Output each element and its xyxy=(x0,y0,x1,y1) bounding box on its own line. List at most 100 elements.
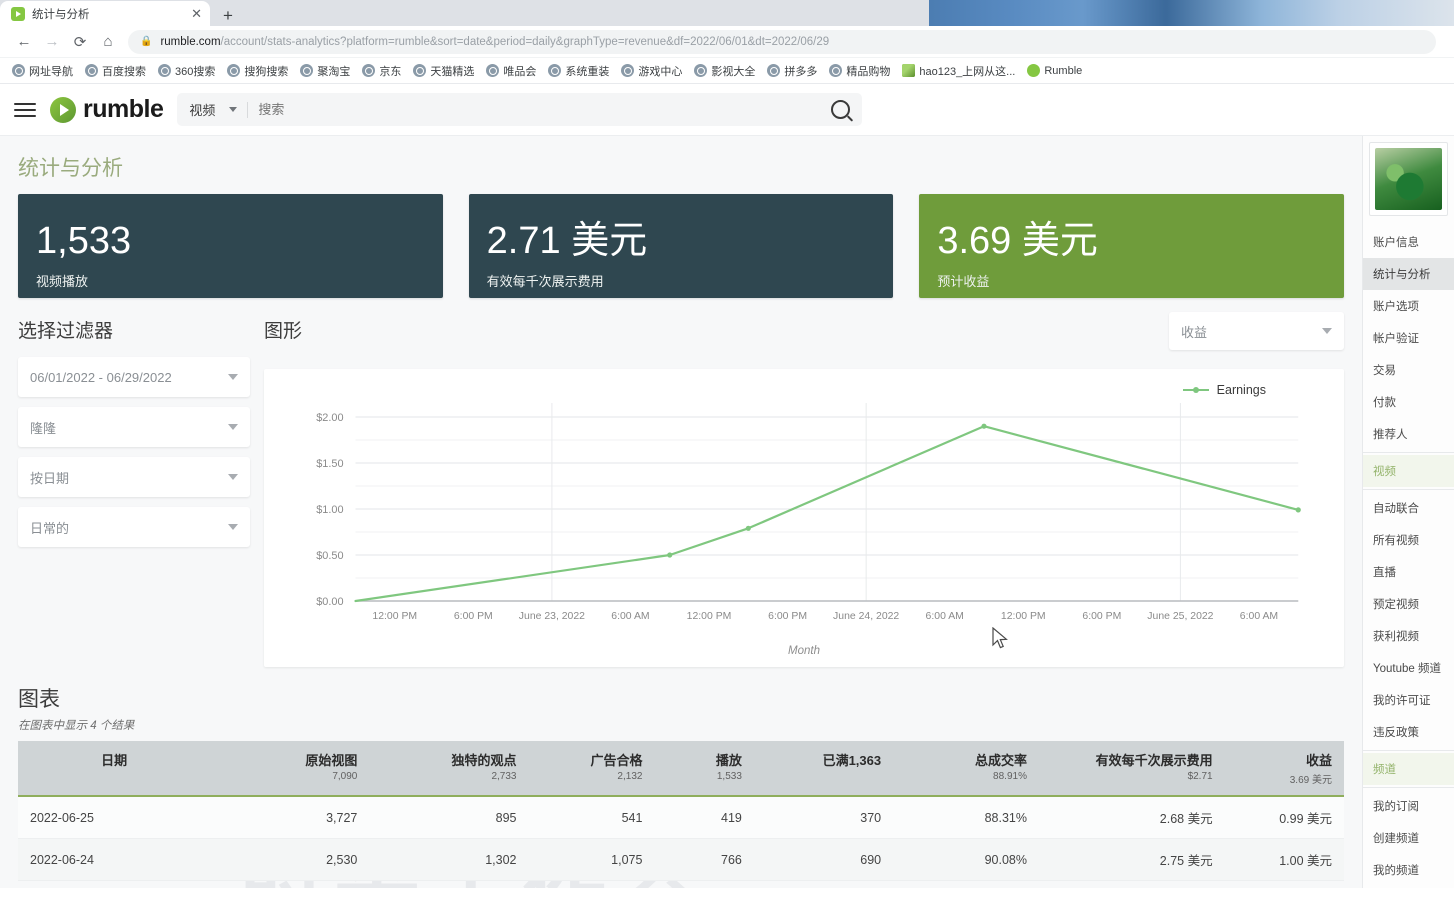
th-date[interactable]: 日期 xyxy=(18,741,210,796)
chevron-down-icon xyxy=(228,524,238,530)
th-plays[interactable]: 播放1,533 xyxy=(654,741,753,796)
sidebar-item[interactable]: 违反政策 xyxy=(1363,716,1454,748)
chevron-down-icon xyxy=(228,474,238,480)
main-content: 时光工作室 统计与分析 1,533 视频播放 2.71 美元 有效每千次展示费用… xyxy=(0,136,1362,888)
svg-text:6:00 AM: 6:00 AM xyxy=(926,611,964,622)
sidebar-item[interactable]: 预定视频 xyxy=(1363,588,1454,620)
sidebar-item[interactable]: 我的许可证 xyxy=(1363,684,1454,716)
svg-text:$0.00: $0.00 xyxy=(316,596,343,608)
browser-tab[interactable]: 统计与分析 ✕ xyxy=(0,1,210,26)
svg-text:12:00 PM: 12:00 PM xyxy=(372,611,417,622)
table-title: 图表 xyxy=(18,683,1344,713)
table-row[interactable]: 2022-06-24 2,530 1,302 1,075 766 690 90.… xyxy=(18,839,1344,881)
bookmark-item[interactable]: 搜狗搜索 xyxy=(221,63,294,79)
sidebar-item[interactable]: 推荐人 xyxy=(1363,418,1454,450)
reload-icon[interactable]: ⟳ xyxy=(66,28,94,56)
sidebar-item[interactable]: 视频 xyxy=(1363,455,1454,487)
bookmark-label: 唯品会 xyxy=(503,63,536,79)
avatar-container[interactable] xyxy=(1369,142,1448,216)
sidebar-item[interactable]: 直播 xyxy=(1363,556,1454,588)
th-fill-rate[interactable]: 总成交率88.91% xyxy=(893,741,1039,796)
th-label: 独特的观点 xyxy=(451,753,516,768)
globe-icon xyxy=(694,64,707,77)
hao123-icon xyxy=(902,64,915,77)
sidebar-item[interactable]: 我的频道 xyxy=(1363,854,1454,886)
account-sidebar: 账户信息统计与分析账户选项帐户验证交易付款推荐人视频自动联合所有视频直播预定视频… xyxy=(1362,136,1454,888)
sidebar-item[interactable]: 帐户验证 xyxy=(1363,322,1454,354)
th-completed[interactable]: 已满1,363 xyxy=(754,741,893,796)
bookmark-item[interactable]: 影视大全 xyxy=(688,63,761,79)
bookmark-item[interactable]: 拼多多 xyxy=(761,63,823,79)
graph-type-select[interactable]: 收益 xyxy=(1169,312,1344,350)
search-input[interactable] xyxy=(258,102,831,117)
bookmark-item[interactable]: 百度搜索 xyxy=(79,63,152,79)
th-label: 已满1,363 xyxy=(823,753,882,768)
rumble-logo[interactable]: rumble xyxy=(50,95,163,124)
th-sub: 2,132 xyxy=(540,771,642,782)
search-bar[interactable]: 视频 xyxy=(177,93,862,126)
sidebar-item[interactable]: 交易 xyxy=(1363,354,1454,386)
th-earnings[interactable]: 收益3.69 美元 xyxy=(1225,741,1344,796)
select-value: 收益 xyxy=(1181,322,1322,341)
sidebar-item[interactable]: 获利视频 xyxy=(1363,620,1454,652)
bookmark-item[interactable]: 游戏中心 xyxy=(615,63,688,79)
globe-icon xyxy=(548,64,561,77)
earnings-chart: Earnings $0.00$0.50$1.00$1.50$2.0012:00 … xyxy=(264,369,1344,667)
bookmark-item[interactable]: 精品购物 xyxy=(823,63,896,79)
search-icon[interactable] xyxy=(831,100,850,119)
bookmark-item[interactable]: hao123_上网从这... xyxy=(896,63,1021,79)
bookmark-item[interactable]: 360搜索 xyxy=(152,63,221,79)
bookmark-label: 搜狗搜索 xyxy=(244,63,288,79)
bookmark-item[interactable]: 天猫精选 xyxy=(407,63,480,79)
th-ad-eligible[interactable]: 广告合格2,132 xyxy=(528,741,654,796)
forward-icon[interactable]: → xyxy=(38,28,66,56)
hamburger-icon[interactable] xyxy=(14,103,36,117)
sidebar-item[interactable]: Youtube 频道 xyxy=(1363,652,1454,684)
date-range-select[interactable]: 06/01/2022 - 06/29/2022 xyxy=(18,357,250,397)
bookmark-item[interactable]: Rumble xyxy=(1021,64,1088,77)
sidebar-item[interactable]: 创建频道 xyxy=(1363,822,1454,854)
sidebar-item[interactable]: 频道 xyxy=(1363,753,1454,785)
sidebar-item[interactable]: 所有视频 xyxy=(1363,524,1454,556)
home-icon[interactable]: ⌂ xyxy=(94,28,122,56)
back-icon[interactable]: ← xyxy=(10,28,38,56)
sidebar-item[interactable]: 统计与分析 xyxy=(1363,258,1454,290)
bookmark-label: 精品购物 xyxy=(846,63,890,79)
period-select[interactable]: 日常的 xyxy=(18,507,250,547)
cell-fill-rate: 90.08% xyxy=(893,839,1039,881)
bookmark-item[interactable]: 京东 xyxy=(356,63,407,79)
bookmark-item[interactable]: 网址导航 xyxy=(6,63,79,79)
table-row[interactable]: 2022-06-25 3,727 895 541 419 370 88.31% … xyxy=(18,796,1344,839)
sidebar-item[interactable]: 付款 xyxy=(1363,386,1454,418)
platform-select[interactable]: 隆隆 xyxy=(18,407,250,447)
search-category[interactable]: 视频 xyxy=(189,100,215,119)
sidebar-item[interactable]: 账户选项 xyxy=(1363,290,1454,322)
bookmark-label: 影视大全 xyxy=(711,63,755,79)
sidebar-item[interactable]: 自动联合 xyxy=(1363,492,1454,524)
bookmark-label: 天猫精选 xyxy=(430,63,474,79)
mouse-cursor-icon xyxy=(992,627,1010,651)
th-label: 总成交率 xyxy=(975,753,1027,768)
sidebar-item[interactable]: 我的订阅 xyxy=(1363,790,1454,822)
th-raw-views[interactable]: 原始视图7,090 xyxy=(210,741,369,796)
cell-ad-eligible: 1,075 xyxy=(528,839,654,881)
sort-select[interactable]: 按日期 xyxy=(18,457,250,497)
bookmark-item[interactable]: 系统重装 xyxy=(542,63,615,79)
svg-text:$1.00: $1.00 xyxy=(316,504,343,516)
bookmark-label: 京东 xyxy=(379,63,401,79)
close-icon[interactable]: ✕ xyxy=(191,7,202,20)
address-bar[interactable]: 🔒 rumble.com/account/stats-analytics?pla… xyxy=(128,30,1436,54)
bookmark-item[interactable]: 聚淘宝 xyxy=(294,63,356,79)
url-host: rumble.com xyxy=(160,36,220,48)
svg-text:12:00 PM: 12:00 PM xyxy=(687,611,732,622)
th-unique-views[interactable]: 独特的观点2,733 xyxy=(369,741,528,796)
bookmark-item[interactable]: 唯品会 xyxy=(480,63,542,79)
chevron-down-icon[interactable] xyxy=(229,107,237,112)
sidebar-item[interactable]: 账户信息 xyxy=(1363,226,1454,258)
divider xyxy=(1363,489,1454,490)
th-label: 原始视图 xyxy=(305,753,357,768)
browser-tab-title: 统计与分析 xyxy=(32,6,184,22)
chart-x-axis-title: Month xyxy=(264,645,1344,657)
new-tab-button[interactable]: + xyxy=(214,4,242,26)
th-ecpm[interactable]: 有效每千次展示费用$2.71 xyxy=(1039,741,1225,796)
